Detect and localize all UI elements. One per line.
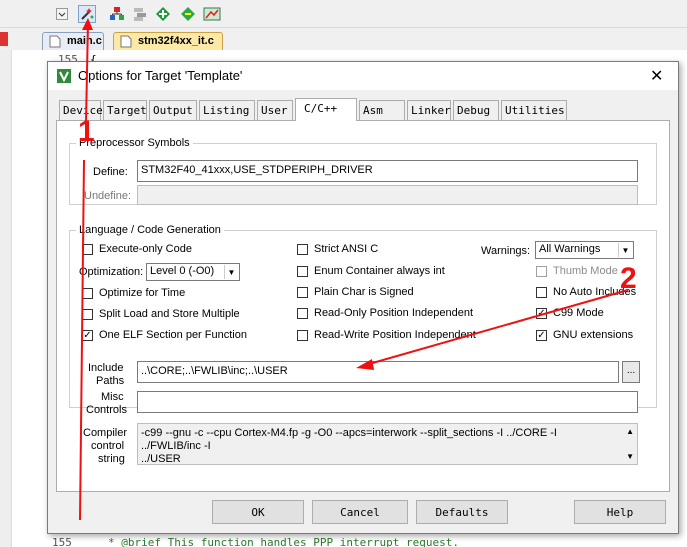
- annotation-arrows: [79, 18, 629, 521]
- tab-c-cpp[interactable]: C/C++: [295, 98, 357, 121]
- annotation-arrowhead-1: [82, 18, 93, 30]
- annotation-arrowhead-2: [356, 359, 374, 370]
- annotation-marker-1: 1: [78, 115, 95, 148]
- annotation-arrow-1-tail: [79, 159, 85, 521]
- annotation-marker-2: 2: [620, 262, 637, 295]
- annotation-arrow-2: [361, 289, 629, 367]
- annotation-arrow-1: [85, 21, 89, 123]
